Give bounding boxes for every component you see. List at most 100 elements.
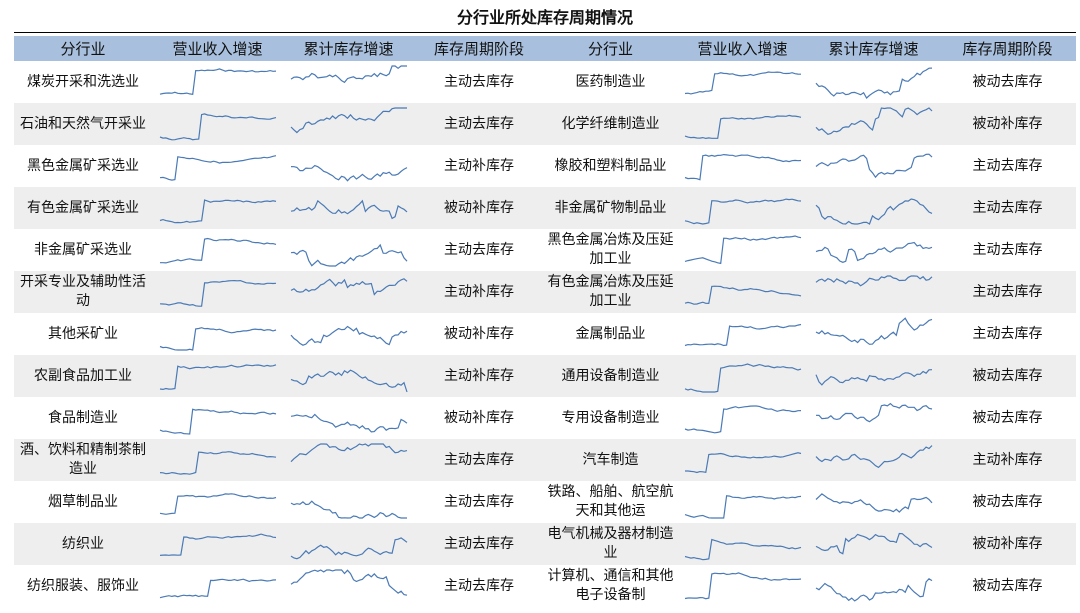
industry-name-left: 有色金属矿采选业 — [14, 187, 152, 229]
sparkline — [684, 572, 801, 600]
industry-name-right: 铁路、船舶、航空航天和其他运 — [547, 484, 674, 519]
sparkline — [159, 68, 276, 95]
sparkline — [159, 155, 276, 181]
inventory-sparkline-left — [283, 145, 414, 187]
inventory-sparkline-right — [808, 523, 939, 565]
cycle-phase-right: 被动去库存 — [972, 577, 1043, 594]
industry-name-left: 农副食品加工业 — [14, 355, 152, 397]
sparkline — [159, 279, 276, 307]
industry-name-left: 纺织服装、服饰业 — [27, 577, 139, 594]
inventory-sparkline-left — [283, 61, 414, 103]
sparkline — [684, 198, 801, 225]
report-page: 分行业所处库存周期情况 分行业 营业收入增速 累计库存增速 库存周期阶段 分行业… — [0, 0, 1080, 613]
sparkline — [290, 325, 407, 346]
table-row: 其他采矿业 被动补库存 金属制品业 主动去库存 — [14, 313, 1076, 355]
inventory-sparkline-left — [283, 439, 414, 481]
sparkline — [815, 153, 932, 179]
revenue-sparkline-right — [677, 523, 808, 565]
industry-name-right: 化学纤维制造业 — [544, 103, 677, 145]
sparkline — [290, 443, 407, 463]
sparkline — [159, 199, 276, 224]
inventory-sparkline-right — [808, 439, 939, 481]
cycle-phase-left: 主动补库存 — [414, 271, 544, 313]
sparkline — [159, 364, 276, 391]
industry-name-left: 酒、饮料和精制茶制造业 — [14, 439, 152, 481]
revenue-sparkline-left — [152, 523, 283, 565]
header-phase-right: 库存周期阶段 — [939, 36, 1076, 61]
sparkline — [290, 500, 407, 519]
industry-name-right: 电气机械及器材制造业 — [544, 523, 677, 565]
sparkline — [684, 405, 801, 434]
sparkline — [290, 569, 407, 596]
cycle-phase-left: 主动去库存 — [444, 493, 514, 510]
sparkline — [290, 243, 407, 267]
cycle-phase-right: 主动补库存 — [939, 439, 1076, 481]
sparkline — [159, 533, 276, 556]
industry-name-right: 非金属矿物制品业 — [544, 187, 677, 229]
table-row: 有色金属矿采选业 被动补库存 非金属矿物制品业 主动去库存 — [14, 187, 1076, 229]
table-row: 酒、饮料和精制茶制造业 主动去库存 汽车制造 主动补库存 — [14, 439, 1076, 481]
inventory-sparkline-right — [808, 481, 939, 523]
cycle-phase-right: 被动补库存 — [939, 523, 1076, 565]
sparkline — [815, 107, 932, 135]
sparkline — [159, 113, 276, 141]
table-row: 黑色金属矿采选业 主动补库存 橡胶和塑料制品业 主动去库存 — [14, 145, 1076, 187]
sparkline — [159, 578, 276, 599]
cycle-phase-left: 主动补库存 — [414, 355, 544, 397]
inventory-sparkline-left — [283, 481, 414, 523]
industry-name-left: 非金属矿采选业 — [34, 241, 132, 258]
industry-name-left: 纺织业 — [14, 523, 152, 565]
cycle-phase-left: 被动补库存 — [444, 409, 514, 426]
revenue-sparkline-left — [152, 313, 283, 355]
inventory-sparkline-left — [283, 397, 414, 439]
sparkline — [815, 198, 932, 225]
inventory-sparkline-left — [283, 271, 414, 313]
inventory-sparkline-right — [808, 145, 939, 187]
sparkline — [159, 493, 276, 515]
sparkline — [814, 369, 932, 386]
table-row: 食品制造业 被动补库存 专用设备制造业 被动去库存 — [14, 397, 1076, 439]
sparkline — [159, 237, 276, 264]
inventory-sparkline-left — [283, 229, 414, 271]
table-body: 煤炭开采和洗选业 主动去库存 医药制造业 被动去库存 石油和天然气开采业 主动去库存 化学纤… — [14, 61, 1076, 607]
industry-name-right: 橡胶和塑料制品业 — [554, 157, 667, 174]
table-row: 纺织业 主动去库存 电气机械及器材制造业 被动补库存 — [14, 523, 1076, 565]
inventory-sparkline-right — [808, 61, 939, 103]
sparkline — [290, 199, 407, 220]
inventory-sparkline-left — [283, 565, 414, 607]
inventory-sparkline-left — [283, 313, 414, 355]
inventory-sparkline-right — [808, 313, 939, 355]
sparkline — [159, 451, 276, 475]
cycle-phase-right: 被动去库存 — [939, 355, 1076, 397]
industry-name-right: 专用设备制造业 — [561, 409, 660, 426]
header-row: 分行业 营业收入增速 累计库存增速 库存周期阶段 分行业 营业收入增速 累计库存… — [14, 36, 1076, 61]
inventory-sparkline-right — [808, 271, 939, 313]
revenue-sparkline-right — [677, 271, 808, 313]
revenue-sparkline-right — [677, 61, 808, 103]
revenue-sparkline-right — [677, 355, 808, 397]
table-row: 纺织服装、服饰业 主动去库存 计算机、通信和其他电子设备制 被动去库存 — [14, 565, 1076, 607]
revenue-sparkline-right — [677, 481, 808, 523]
sparkline — [684, 495, 801, 519]
industry-name-left: 黑色金属矿采选业 — [27, 157, 139, 174]
sparkline — [684, 452, 801, 474]
revenue-sparkline-left — [152, 481, 283, 523]
sparkline — [684, 323, 801, 347]
sparkline — [815, 241, 932, 263]
cycle-phase-left: 主动去库存 — [414, 523, 544, 565]
sparkline — [290, 278, 407, 296]
sparkline — [290, 164, 407, 182]
industry-name-right: 黑色金属冶炼及压延加工业 — [547, 232, 674, 267]
header-industry-left: 分行业 — [14, 36, 152, 61]
revenue-sparkline-left — [152, 355, 283, 397]
revenue-sparkline-right — [677, 145, 808, 187]
inventory-sparkline-right — [808, 397, 939, 439]
industry-name-left: 煤炭开采和洗选业 — [27, 73, 139, 90]
revenue-sparkline-right — [677, 397, 808, 439]
industry-name-left: 烟草制品业 — [48, 493, 118, 510]
sparkline — [290, 369, 408, 393]
sparkline — [290, 413, 407, 433]
cycle-phase-left: 主动去库存 — [444, 241, 514, 258]
revenue-sparkline-right — [677, 187, 808, 229]
revenue-sparkline-left — [152, 187, 283, 229]
